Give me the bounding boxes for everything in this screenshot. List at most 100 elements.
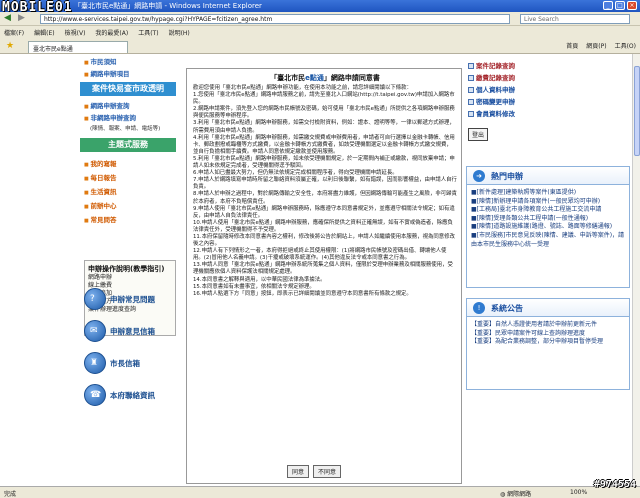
address-row: ◀ ▶ http://www.e-services.taipei.gov.tw/…	[0, 12, 640, 26]
notice-item[interactable]: 【重要】為配合業務調整，部分申辦項目暫停受理	[471, 338, 625, 347]
toolbar-tools: 首頁 網頁(P) 工具(O)	[566, 41, 636, 50]
hot-service-item[interactable]: ■[工務局]臺北市身障教育公共工程施工交流申請	[471, 206, 625, 215]
scrollbar-thumb[interactable]	[634, 66, 640, 156]
question-icon: ?	[84, 288, 106, 310]
menu-view[interactable]: 檢視(V)	[65, 28, 86, 37]
window-title: 「臺北市民e點通」網路申請 - Windows Internet Explore…	[74, 2, 262, 10]
arrow-icon: ➜	[473, 170, 485, 182]
minimize-icon[interactable]: _	[603, 1, 613, 10]
link-case-record[interactable]: 案件記錄查詢	[468, 60, 515, 70]
menu-file[interactable]: 檔案(F)	[4, 28, 24, 37]
link-member-edit[interactable]: 會員資料修改	[468, 108, 515, 118]
faq-button[interactable]: ? 申辦常見問題	[80, 286, 176, 312]
watermark-id: #974554	[593, 479, 636, 490]
menu-edit[interactable]: 編輯(E)	[34, 28, 54, 37]
contact-info-button[interactable]: ☎ 本府聯絡資訊	[80, 382, 176, 408]
watermark-logo: MOBILE01	[2, 0, 73, 15]
agreement-title: 「臺北市民e點通」網路申請同意書	[270, 74, 380, 82]
notice-item[interactable]: 【重要】自然人憑證使用者請於申辦前更新元件	[471, 321, 625, 330]
close-icon[interactable]: ×	[627, 1, 637, 10]
logout-button[interactable]: 登出	[468, 128, 489, 141]
agreement-paragraph: 11.本府保留隨時修改本同意書內容之權利，修改後將公告於網站上，申請人如繼續使用…	[193, 233, 455, 248]
home-button[interactable]: 首頁	[566, 41, 578, 50]
mayor-icon: ♜	[84, 352, 106, 374]
link-password-change[interactable]: 密碼變更申辦	[468, 96, 515, 106]
agreement-paragraph: 13.申請人同意「臺北市民e點通」網路申辦系統所蒐集之個人資料，僅限於受理申辦業…	[193, 262, 453, 276]
agreement-paragraph: 1.您使用「臺北市民e點通」網路申請服務之前，請先至臺北入口網站(http://…	[193, 92, 455, 106]
agreement-paragraph: 5.利用「臺北市民e點通」網路申辦服務，如未依受理機關規定，於一定期間內補正或繳…	[193, 155, 455, 170]
window-controls: _ □ ×	[603, 1, 637, 10]
link-personal-data[interactable]: 個人資料申辦	[468, 84, 515, 94]
zone-indicator: ◍ 網際網路	[500, 491, 532, 498]
status-text: 完成	[4, 491, 17, 498]
notice-item[interactable]: 【重要】民眾申請案件可線上查詢辦理進度	[471, 330, 625, 339]
notice-icon: !	[473, 302, 485, 314]
link-online-items[interactable]: 網路申辦項目	[84, 68, 129, 78]
agreement-panel: 「臺北市民e點通」網路申請同意書 歡迎您使用「臺北市民e點通」網路申辦功能，在使…	[186, 68, 462, 484]
vertical-scrollbar[interactable]	[632, 54, 640, 486]
link-citizen-notice[interactable]: 市民須知	[84, 56, 116, 66]
hot-service-item[interactable]: ■[市民服務]市民意見反映(陳情、建議、申訴等案件)，請由本市民生服務中心統一受…	[471, 232, 625, 249]
status-bar: 完成 ◍ 網際網路 100% #974554	[0, 479, 640, 498]
opinion-mailbox-button[interactable]: ✉ 申辦意見信箱	[80, 318, 176, 344]
left-sidebar: 市民須知 網路申辦項目 案件快易查市政透明 網路申辦查詢 非網路申辦查詢 (陳情…	[0, 54, 178, 486]
favorites-star-icon[interactable]: ★	[6, 41, 14, 51]
hot-service-item[interactable]: ■[陳情]道路設施維護(路燈、號誌、路面等修繕通報)	[471, 223, 625, 232]
agreement-paragraph: 16.申請人點選下方「同意」按鈕，即表示已詳細閱讀並同意遵守本同意書所有條款之規…	[193, 290, 412, 297]
agreement-paragraph: 12.申請人有下列情形之一者，本府得拒絕或終止其使用權限：(1)將網路市民帳號及…	[193, 248, 447, 262]
hot-services-title: 熱門申辦	[491, 172, 523, 181]
right-sidebar: 案件記錄查詢 繳費記錄查詢 個人資料申辦 密碼變更申辦 會員資料修改 登出 ➜ …	[466, 54, 632, 486]
agreement-paragraph: 7.申請人於網路填寫申請時所留之聯絡資料須屬正確，以利日後聯繫，如有錯誤，因而影…	[193, 177, 457, 191]
agreement-paragraph: 15.本同意書如有未盡事宜，依相關法令規定辦理。	[193, 283, 315, 290]
edit-icon	[468, 111, 474, 117]
agree-button[interactable]: 同意	[287, 465, 310, 478]
hot-service-item[interactable]: ■[陳情]新辦理申請各項案件(一般民眾均可申辦)	[471, 198, 625, 207]
hot-services-panel: ➜ 熱門申辦 ■[新件處理]建築執照等案件(東區提供) ■[陳情]新辦理申請各項…	[466, 166, 630, 288]
agreement-paragraph: 14.本同意書之解釋與適用，以中華民國法律為準據法。	[193, 276, 326, 283]
mail-icon: ✉	[84, 320, 106, 342]
link-payment-record[interactable]: 繳費記錄查詢	[468, 72, 515, 82]
document-icon	[468, 75, 474, 81]
menu-bar: 檔案(F) 編輯(E) 檢視(V) 我的最愛(A) 工具(T) 說明(H)	[0, 26, 640, 38]
agreement-paragraph: 3.利用「臺北市民e點通」網路申辦服務，如需交付檢附資料，例如：證本、證明等等，…	[193, 120, 455, 134]
guide-title: 申辦操作說明(教學指引)	[88, 265, 165, 273]
browser-tab[interactable]: 臺北市民e點通	[28, 41, 128, 53]
link-theme-1[interactable]: 我的寫報	[84, 158, 116, 168]
tools-menu-button[interactable]: 工具(O)	[615, 41, 636, 50]
system-notice-panel: ! 系統公告 【重要】自然人憑證使用者請於申辦前更新元件 【重要】民眾申請案件可…	[466, 298, 630, 390]
agreement-paragraph: 4.利用「臺北市民e點通」網路申辦服務，如需繳交規費或申辦費用者，申請者可自行選…	[193, 134, 455, 155]
agreement-paragraph: 9.申請人使用「臺北市民e點通」網路申辦服務時，除應遵守本同意書規定外，並應遵守…	[193, 205, 455, 219]
guide-item[interactable]: 網路申辦	[88, 274, 172, 282]
page-menu-button[interactable]: 網頁(P)	[586, 41, 606, 50]
agreement-body: 歡迎您使用「臺北市民e點通」網路申辦功能，在使用本功能之前，請您詳細閱讀以下條款…	[193, 85, 457, 298]
agreement-buttons: 同意 不同意	[287, 465, 342, 478]
menu-favorites[interactable]: 我的最愛(A)	[95, 28, 128, 37]
command-toolbar: ★ 臺北市民e點通 首頁 網頁(P) 工具(O)	[0, 38, 640, 54]
link-theme-3[interactable]: 生活資訊	[84, 186, 116, 196]
link-theme-2[interactable]: 每日報告	[84, 172, 116, 182]
search-input[interactable]: Live Search	[520, 14, 630, 24]
agreement-paragraph: 8.申請人於申辦之過程中，對於網路傳輸之安全性，本府將盡力維護，但因網路傳輸可能…	[193, 191, 457, 205]
page-content: 市民須知 網路申辦項目 案件快易查市政透明 網路申辦查詢 非網路申辦查詢 (陳情…	[0, 54, 632, 486]
address-input[interactable]: http://www.e-services.taipei.gov.tw/hypa…	[40, 14, 510, 24]
band-case-query: 案件快易查市政透明	[80, 82, 176, 96]
window-titlebar: 「臺北市民e點通」網路申請 - Windows Internet Explore…	[0, 0, 640, 12]
hot-service-item[interactable]: ■[新件處理]建築執照等案件(東區提供)	[471, 189, 625, 198]
link-theme-5[interactable]: 常見問答	[84, 214, 116, 224]
system-notice-title: 系統公告	[491, 304, 523, 313]
menu-help[interactable]: 說明(H)	[169, 28, 190, 37]
link-online-query[interactable]: 網路申辦查詢	[84, 100, 129, 110]
phone-icon: ☎	[84, 384, 106, 406]
menu-tools[interactable]: 工具(T)	[138, 28, 158, 37]
maximize-icon[interactable]: □	[615, 1, 625, 10]
agreement-paragraph: 2.網路申請案件，須先登入您的網路市民帳號及密碼，始可使用「臺北市民e點通」所提…	[193, 106, 455, 120]
disagree-button[interactable]: 不同意	[313, 465, 342, 478]
key-icon	[468, 99, 474, 105]
mayor-mailbox-button[interactable]: ♜ 市長信箱	[80, 350, 176, 376]
zoom-level[interactable]: 100%	[570, 489, 587, 496]
band-theme-services: 主題式服務	[80, 138, 176, 152]
link-offline-query[interactable]: 非網路申辦查詢	[84, 112, 136, 122]
link-theme-4[interactable]: 前辦中心	[84, 200, 116, 210]
agreement-paragraph: 10.申請人使用「臺北市民e點通」網路申辦服務，應確保所提供之資料正確無誤，如有…	[193, 219, 453, 233]
mid-note: (陳情、報案、申請、電話等)	[90, 126, 161, 132]
